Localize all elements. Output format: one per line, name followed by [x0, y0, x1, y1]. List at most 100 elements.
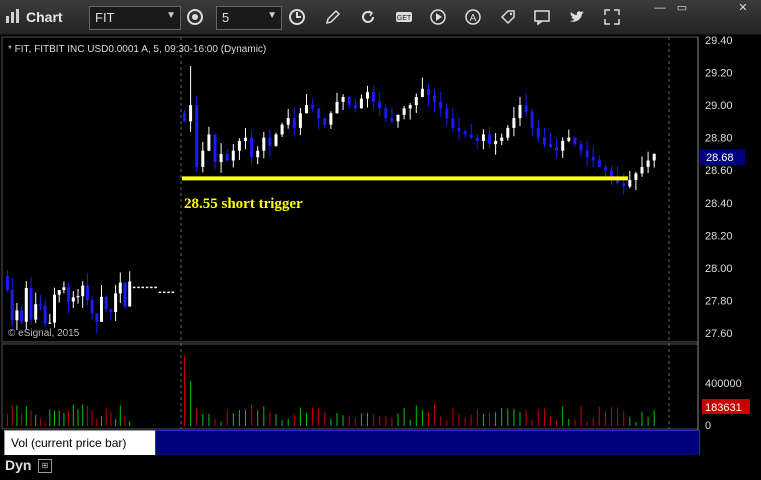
candle-body	[183, 113, 186, 122]
candle-body	[305, 105, 308, 114]
candle-body	[366, 92, 369, 99]
volume-info-panel	[155, 430, 700, 457]
volume-bars	[7, 356, 655, 426]
zoom-icon[interactable]: ⊞	[38, 459, 52, 473]
candle-body	[298, 113, 302, 128]
chevron-down-icon[interactable]: ▼	[267, 10, 277, 21]
candle-body	[652, 153, 656, 161]
candle-body	[10, 289, 14, 321]
candle-body	[579, 144, 583, 151]
refresh-icon[interactable]	[359, 8, 377, 26]
candle-body	[292, 118, 296, 128]
candle-body	[433, 95, 437, 102]
candle-body	[414, 96, 418, 106]
candle-body	[90, 300, 94, 314]
candle-body	[591, 157, 595, 161]
candle-body	[469, 134, 473, 138]
price-tick-label: 28.80	[705, 133, 733, 145]
candle-body	[118, 282, 122, 294]
candle-body	[481, 134, 485, 141]
candle-body	[518, 105, 522, 119]
chat-icon[interactable]	[533, 8, 551, 26]
interval-value: 5	[222, 10, 230, 25]
candle-body	[34, 304, 38, 320]
expand-icon[interactable]	[603, 8, 621, 26]
candle-body	[20, 310, 24, 322]
candle-body	[15, 310, 19, 321]
chevron-down-icon[interactable]: ▼	[166, 10, 176, 21]
candle-body	[640, 166, 644, 174]
candle-body	[347, 96, 351, 106]
candle-body	[390, 118, 394, 122]
candle-body	[555, 147, 559, 151]
restore-button[interactable]: ▭	[672, 1, 692, 15]
svg-text:A: A	[470, 13, 477, 24]
candle-body	[463, 131, 467, 135]
play-icon[interactable]	[429, 8, 447, 26]
candle-body	[38, 304, 42, 306]
candle-body	[542, 137, 546, 145]
candle-body	[646, 160, 650, 167]
candle-body	[372, 92, 376, 102]
candle-body	[256, 150, 260, 158]
clock-icon[interactable]	[288, 8, 306, 26]
candle-body	[213, 134, 217, 163]
interval-select[interactable]: 5 ▼	[216, 6, 282, 30]
chart-app-icon	[4, 8, 22, 26]
candle-body	[500, 137, 504, 141]
minimize-button[interactable]: —	[650, 1, 670, 15]
candle-body	[384, 108, 388, 119]
candle-body	[189, 105, 193, 122]
candle-body	[219, 153, 223, 163]
candles: 28.55 short trigger	[6, 66, 656, 334]
candle-body	[29, 287, 33, 320]
candle-body	[451, 118, 455, 128]
close-button[interactable]: ✕	[733, 1, 753, 15]
pencil-icon[interactable]	[324, 8, 342, 26]
get-icon[interactable]: GET	[395, 8, 413, 26]
candle-body	[268, 137, 272, 146]
candle-body	[475, 137, 479, 141]
candle-body	[48, 322, 52, 324]
app-title: Chart	[26, 9, 63, 25]
volume-close-button[interactable]: ×	[144, 431, 150, 443]
candle-body	[100, 296, 103, 322]
candle-body	[207, 134, 211, 151]
candle-body	[274, 134, 278, 146]
price-tick-label: 28.60	[705, 165, 733, 177]
candle-body	[359, 98, 363, 109]
candle-body	[457, 127, 461, 132]
price-tick-label: 28.00	[705, 263, 733, 275]
settings-icon[interactable]	[186, 8, 204, 26]
volume-study-label[interactable]: Vol (current price bar)	[4, 430, 156, 456]
symbol-value: FIT	[95, 10, 115, 25]
candle-body	[71, 297, 75, 302]
candle-body	[353, 105, 357, 109]
symbol-input[interactable]: FIT ▼	[89, 6, 181, 30]
candle-body	[76, 296, 80, 298]
last-volume-label: 183631	[705, 402, 742, 414]
candle-body	[225, 153, 229, 161]
time-axis-bar	[0, 455, 761, 480]
candle-body	[231, 150, 235, 161]
candle-body	[427, 88, 430, 96]
chart-canvas[interactable]: 28.55 short trigger 29.40 29.20 29.00 28.80…	[0, 35, 761, 480]
candle-body	[488, 134, 491, 145]
title-bar: Chart FIT ▼ 5 ▼ GET A — ▭ ✕	[0, 0, 761, 35]
tag-icon[interactable]	[499, 8, 517, 26]
candle-body	[402, 108, 406, 115]
candle-body	[622, 183, 626, 187]
candle-body	[250, 137, 254, 158]
candle-body	[67, 287, 71, 302]
candle-body	[628, 179, 632, 187]
alert-icon[interactable]: A	[464, 8, 482, 26]
candle-body	[506, 127, 510, 138]
candle-body	[57, 290, 61, 295]
dynamic-mode-label[interactable]: Dyn	[5, 457, 31, 473]
candle-body	[244, 137, 247, 141]
candle-body	[341, 96, 345, 102]
candle-body	[420, 88, 424, 97]
price-tick-label: 27.80	[705, 295, 733, 307]
candle-body	[311, 105, 315, 109]
twitter-icon[interactable]	[568, 8, 586, 26]
